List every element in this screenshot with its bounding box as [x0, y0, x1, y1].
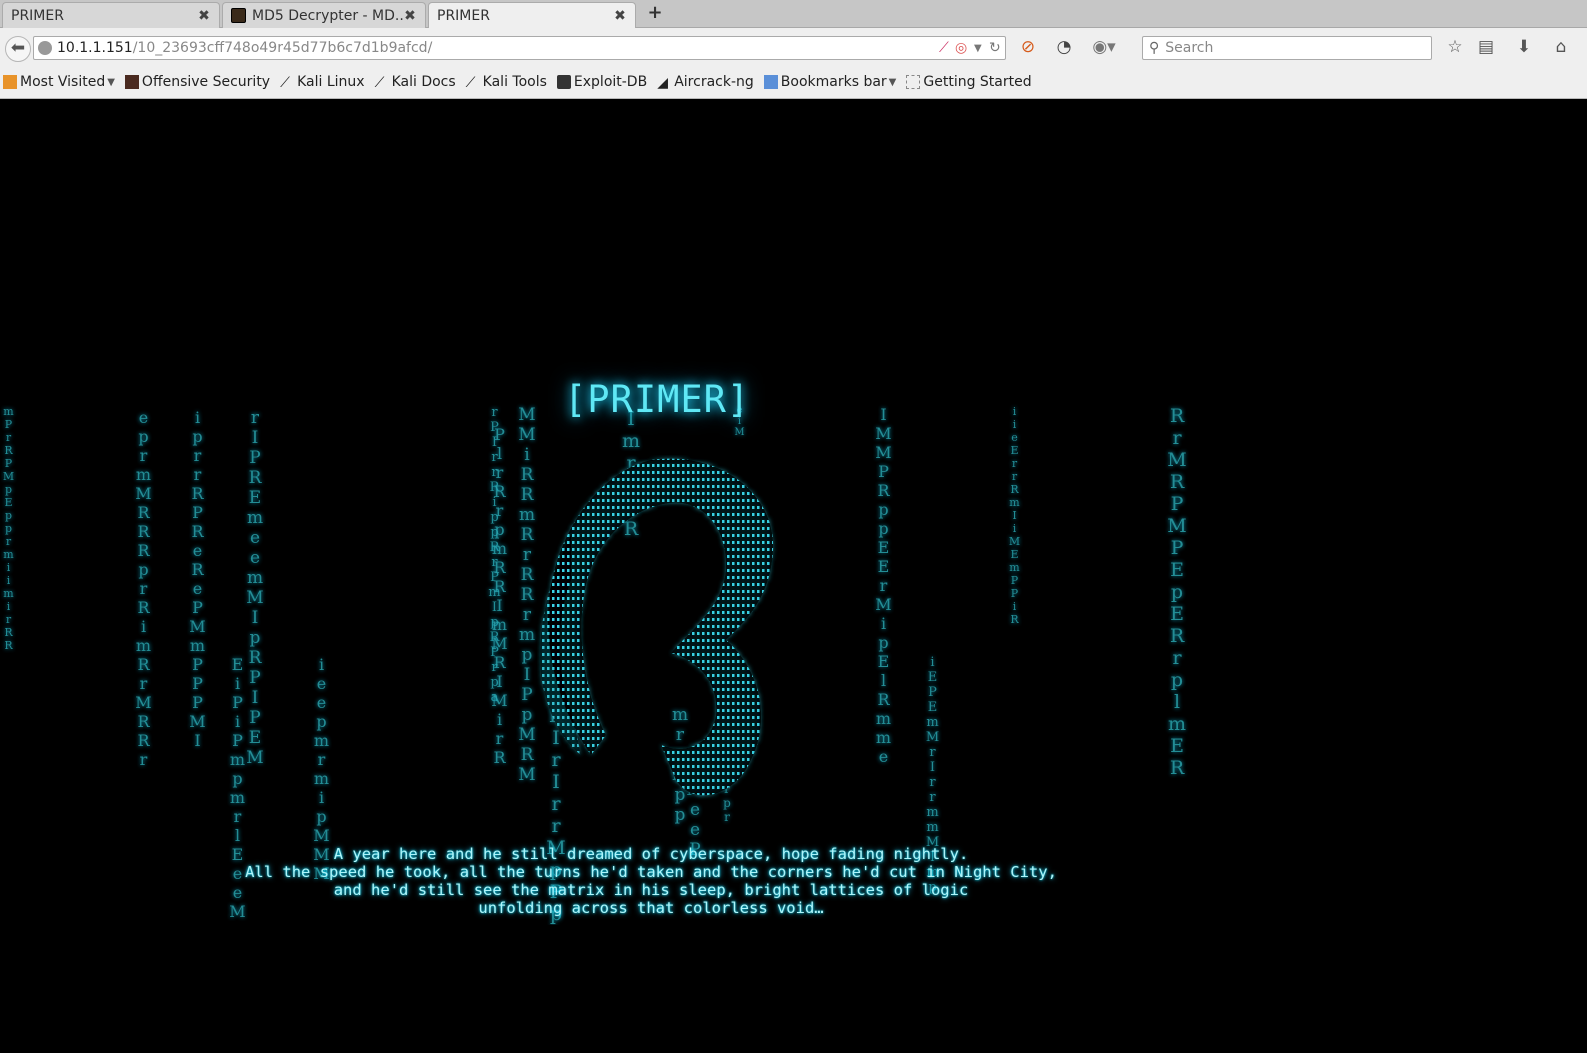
reload-icon[interactable]: ↻ — [989, 40, 1001, 56]
back-button[interactable]: ⬅ — [5, 36, 31, 62]
home-icon[interactable]: ⌂ — [1549, 36, 1573, 58]
tab-title: PRIMER — [437, 8, 490, 24]
matrix-rain-column: rIPREmeemMIpRPIPEM — [245, 408, 265, 768]
bookmark-label: Getting Started — [923, 74, 1032, 90]
navigation-bar: ⬅ 10.1.1.151 /10_23693cff748o49r45d77b6c… — [0, 28, 1587, 66]
back-arrow-icon: ⬅ — [10, 38, 26, 58]
bookmark-kali-tools[interactable]: ⟋ Kali Tools — [465, 74, 547, 91]
tab-title: MD5 Decrypter - MD... — [252, 7, 403, 24]
bookmark-label: Kali Tools — [482, 74, 547, 90]
close-icon[interactable]: ✖ — [197, 8, 211, 24]
bookmark-offensive-security[interactable]: Offensive Security — [124, 74, 271, 90]
folder-icon — [763, 75, 778, 89]
story-line: unfolding across that colorless void… — [478, 899, 824, 917]
bookmark-kali-linux[interactable]: ⟋ Kali Linux — [280, 74, 365, 91]
tab-md5-decrypter[interactable]: MD5 Decrypter - MD... ✖ — [222, 2, 426, 28]
noscript-icon[interactable]: ⊘ — [1016, 36, 1040, 58]
page-title: [PRIMER] — [564, 378, 751, 421]
cookie-icon[interactable]: ◔ — [1052, 36, 1076, 58]
bookmark-star-icon[interactable]: ☆ — [1443, 36, 1467, 58]
kali-dragon-icon: ⟋ — [465, 75, 476, 91]
close-icon[interactable]: ✖ — [613, 8, 627, 24]
tab-primer-active[interactable]: PRIMER ✖ — [428, 2, 636, 29]
matrix-rain-column: eprmMRRRprRimRrMRRr — [134, 408, 153, 769]
user-agent-icon[interactable]: ◉▾ — [1086, 36, 1122, 58]
kali-dragon-icon[interactable]: ⟋ — [939, 40, 949, 56]
search-icon: ⚲ — [1149, 40, 1160, 56]
bookmark-most-visited[interactable]: Most Visited ▼ — [3, 74, 115, 90]
reading-list-icon[interactable]: ▤ — [1474, 36, 1498, 58]
tab-title: PRIMER — [11, 7, 64, 24]
bookmark-kali-docs[interactable]: ⟋ Kali Docs — [374, 74, 456, 91]
bookmark-exploit-db[interactable]: Exploit-DB — [556, 74, 648, 90]
matrix-rain-column: RrMRPMPEpERrplmER — [1166, 405, 1188, 779]
search-placeholder: Search — [1165, 40, 1214, 56]
bookmark-label: Kali Docs — [391, 74, 456, 90]
site-info-icon[interactable] — [38, 41, 52, 55]
downloads-icon[interactable]: ⬇ — [1512, 36, 1536, 58]
new-tab-button[interactable]: + — [645, 4, 665, 24]
story-line: A year here and he still dreamed of cybe… — [333, 845, 969, 863]
url-path: /10_23693cff748o49r45d77b6c7d1b9afcd/ — [132, 40, 433, 56]
bookmark-aircrack-ng[interactable]: ◢ Aircrack-ng — [657, 74, 754, 91]
story-line: All the speed he took, all the turns he'… — [245, 863, 1057, 881]
kali-dragon-icon: ⟋ — [374, 75, 385, 91]
story-line: and he'd still see the matrix in his sle… — [333, 881, 969, 899]
folder-icon — [3, 75, 17, 89]
story-text: A year here and he still dreamed of cybe… — [1, 845, 1301, 917]
md5-favicon-icon — [231, 8, 246, 23]
primer-logo-image — [540, 458, 774, 796]
page-bottom-area — [0, 925, 1587, 1053]
debian-swirl-icon: ◎ — [955, 40, 968, 56]
url-host: 10.1.1.151 — [57, 40, 133, 56]
tab-primer-1[interactable]: PRIMER ✖ — [2, 2, 220, 28]
bookmark-getting-started[interactable]: Getting Started — [906, 74, 1032, 90]
aircrack-icon: ◢ — [657, 75, 668, 91]
matrix-rain-column: IMMPRppEErMipElRmme — [874, 405, 893, 766]
search-input[interactable]: ⚲ Search — [1142, 36, 1432, 60]
close-icon[interactable]: ✖ — [403, 8, 417, 24]
offsec-icon — [124, 75, 139, 89]
url-bar[interactable]: 10.1.1.151 /10_23693cff748o49r45d77b6c7d… — [33, 36, 1006, 60]
matrix-rain-column: iprrRPReRePMmPPPMI — [188, 408, 207, 750]
dropdown-icon[interactable]: ▼ — [974, 43, 982, 54]
kali-dragon-icon: ⟋ — [280, 75, 290, 91]
bookmark-label: Kali Linux — [297, 74, 365, 90]
matrix-rain-column: iieErrRmIiMEmPPiR — [1008, 405, 1021, 626]
exploit-db-icon — [556, 75, 571, 89]
tab-strip: PRIMER ✖ MD5 Decrypter - MD... ✖ PRIMER … — [0, 0, 1587, 29]
chevron-down-icon: ▼ — [888, 76, 897, 88]
bookmarks-bar: Most Visited ▼ Offensive Security ⟋ Kali … — [0, 66, 1587, 99]
page-content: mPrRPMpEpprmiimirRR eprmMRRRprRimRrMRRr … — [1, 100, 1587, 925]
bookmark-label: Most Visited — [20, 74, 106, 90]
bookmark-label: Exploit-DB — [573, 74, 648, 90]
bookmark-label: Bookmarks bar — [780, 74, 887, 90]
matrix-rain-column: mPrRPMpEpprmiimirRR — [2, 405, 15, 652]
matrix-rain-column: PlrRrpmRRImMRIMirR — [490, 425, 509, 767]
bookmark-bookmarks-bar[interactable]: Bookmarks bar ▼ — [763, 74, 897, 90]
bookmark-label: Offensive Security — [141, 74, 271, 90]
page-icon — [906, 75, 921, 89]
chevron-down-icon: ▼ — [107, 76, 115, 88]
bookmark-label: Aircrack-ng — [674, 74, 754, 90]
